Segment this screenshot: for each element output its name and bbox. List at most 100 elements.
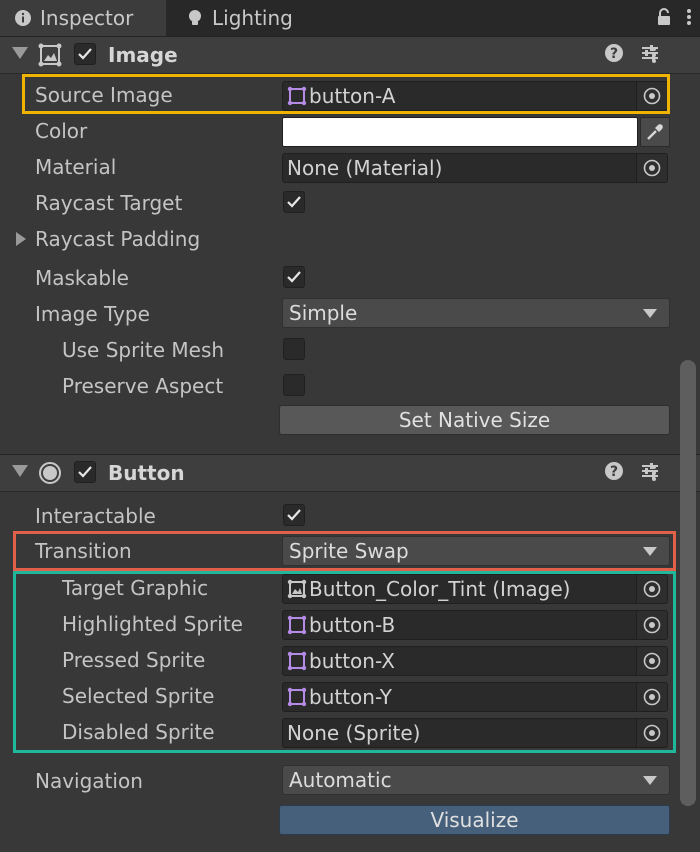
image-component-header[interactable]: Image ? [0, 36, 700, 74]
highlighted-sprite-field[interactable]: button-B [282, 610, 668, 640]
tab-inspector[interactable]: Inspector [0, 0, 166, 36]
disabled-sprite-value: None (Sprite) [287, 721, 421, 745]
fold-arrow-icon[interactable] [12, 47, 28, 59]
disabled-sprite-label: Disabled Sprite [62, 720, 215, 744]
use-sprite-mesh-checkbox[interactable] [283, 338, 305, 360]
target-icon [643, 580, 661, 598]
tab-lighting-label: Lighting [212, 6, 293, 30]
preserve-aspect-checkbox[interactable] [283, 374, 305, 396]
sprite-icon [287, 651, 307, 671]
interactable-label: Interactable [35, 504, 156, 528]
maskable-checkbox[interactable] [283, 266, 305, 288]
highlighted-sprite-label: Highlighted Sprite [62, 612, 243, 636]
navigation-label: Navigation [35, 769, 143, 793]
raycast-target-checkbox[interactable] [283, 191, 305, 213]
object-picker-button[interactable] [636, 647, 667, 675]
lightbulb-icon [189, 10, 201, 25]
image-icon [287, 579, 307, 599]
sprite-icon [287, 615, 307, 635]
raycast-target-label: Raycast Target [35, 191, 183, 215]
target-icon [643, 616, 661, 634]
source-image-label: Source Image [35, 83, 173, 107]
eyedropper-button[interactable] [640, 117, 670, 147]
source-image-field[interactable]: button-A [282, 81, 668, 111]
component-more-icon[interactable] [650, 463, 658, 483]
image-type-label: Image Type [35, 302, 150, 326]
button-component-icon [39, 462, 61, 484]
object-picker-button[interactable] [636, 154, 667, 182]
object-picker-button[interactable] [636, 719, 667, 747]
eyedropper-icon [647, 124, 663, 140]
help-icon[interactable]: ? [604, 461, 624, 481]
object-picker-button[interactable] [636, 82, 667, 110]
button-enabled-checkbox[interactable] [74, 461, 96, 483]
sprite-icon [287, 86, 307, 106]
transition-label: Transition [35, 539, 132, 563]
dropdown-arrow-icon [643, 547, 657, 556]
selected-sprite-field[interactable]: button-Y [282, 682, 668, 712]
checkmark-icon [78, 466, 92, 478]
checkmark-icon [78, 48, 92, 60]
material-label: Material [35, 155, 117, 179]
object-picker-button[interactable] [636, 611, 667, 639]
disabled-sprite-field[interactable]: None (Sprite) [282, 718, 668, 748]
use-sprite-mesh-label: Use Sprite Mesh [62, 338, 225, 362]
target-graphic-label: Target Graphic [62, 576, 209, 600]
object-picker-button[interactable] [636, 575, 667, 603]
pressed-sprite-field[interactable]: button-X [282, 646, 668, 676]
help-icon[interactable]: ? [604, 43, 624, 63]
pressed-sprite-label: Pressed Sprite [62, 648, 206, 672]
pressed-sprite-value: button-X [309, 649, 395, 673]
target-icon [643, 652, 661, 670]
transition-dropdown[interactable]: Sprite Swap [282, 536, 670, 566]
object-picker-button[interactable] [636, 683, 667, 711]
material-value: None (Material) [287, 156, 443, 180]
button-component-title: Button [108, 461, 185, 485]
target-graphic-field[interactable]: Button_Color_Tint (Image) [282, 574, 668, 604]
transition-value: Sprite Swap [289, 539, 409, 563]
image-component-icon [38, 43, 62, 67]
preserve-aspect-label: Preserve Aspect [62, 374, 224, 398]
button-component-header[interactable]: Button ? [0, 454, 700, 492]
raycast-padding-label[interactable]: Raycast Padding [35, 227, 200, 251]
lock-icon[interactable] [656, 7, 672, 27]
scrollbar-thumb[interactable] [680, 360, 696, 806]
fold-arrow-icon[interactable] [12, 465, 28, 477]
checkmark-icon [287, 196, 301, 208]
navigation-value: Automatic [289, 768, 392, 792]
maskable-label: Maskable [35, 266, 129, 290]
target-graphic-value: Button_Color_Tint (Image) [309, 577, 571, 601]
tab-lighting[interactable]: Lighting [172, 0, 307, 36]
checkmark-icon [287, 271, 301, 283]
color-swatch[interactable] [282, 117, 638, 147]
tab-inspector-label: Inspector [40, 6, 134, 30]
target-icon [643, 159, 661, 177]
visualize-button[interactable]: Visualize [279, 805, 670, 835]
image-component-title: Image [108, 43, 178, 67]
target-icon [643, 688, 661, 706]
svg-text:?: ? [610, 46, 618, 62]
tab-bar: Inspector Lighting [0, 0, 700, 37]
target-icon [643, 87, 661, 105]
image-type-value: Simple [289, 301, 358, 325]
svg-text:?: ? [610, 464, 618, 480]
dropdown-arrow-icon [643, 776, 657, 785]
selected-sprite-label: Selected Sprite [62, 684, 215, 708]
expand-arrow-icon[interactable] [16, 232, 26, 246]
target-icon [643, 724, 661, 742]
source-image-value: button-A [309, 84, 396, 108]
image-enabled-checkbox[interactable] [74, 43, 96, 65]
checkmark-icon [287, 509, 301, 521]
color-label: Color [35, 119, 88, 143]
image-type-dropdown[interactable]: Simple [282, 298, 670, 328]
dropdown-arrow-icon [643, 309, 657, 318]
highlighted-sprite-value: button-B [309, 613, 396, 637]
material-field[interactable]: None (Material) [282, 153, 668, 183]
component-more-icon[interactable] [650, 45, 658, 65]
more-menu-icon[interactable] [686, 7, 692, 27]
navigation-dropdown[interactable]: Automatic [282, 765, 670, 795]
selected-sprite-value: button-Y [309, 685, 393, 709]
info-icon [15, 10, 31, 26]
set-native-size-button[interactable]: Set Native Size [279, 405, 670, 435]
interactable-checkbox[interactable] [283, 504, 305, 526]
